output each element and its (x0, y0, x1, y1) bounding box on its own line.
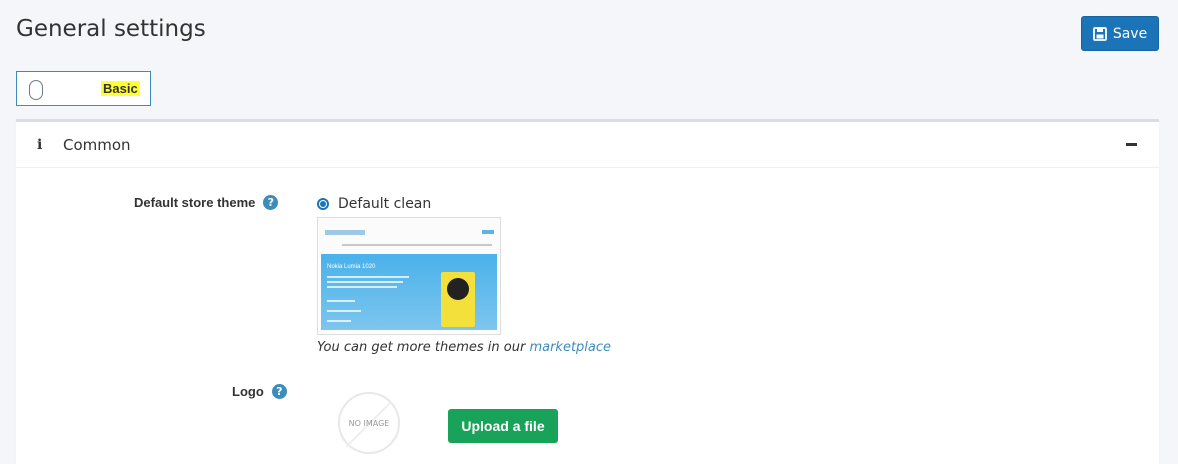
page-title: General settings (16, 16, 206, 42)
theme-help-text: You can get more themes in our marketpla… (317, 340, 611, 355)
preview-search-button (482, 230, 494, 234)
toggle-label: Basic (101, 81, 140, 96)
preview-text-line (327, 320, 351, 322)
preview-header (318, 218, 500, 258)
save-button[interactable]: Save (1081, 16, 1159, 51)
preview-logo (325, 230, 365, 235)
preview-menu (342, 244, 492, 246)
theme-radio-option[interactable]: Default clean (317, 196, 431, 212)
preview-text-line (327, 310, 361, 312)
card-title: Common (63, 136, 131, 154)
preview-text-line (327, 276, 409, 278)
radio-selected-icon[interactable] (317, 198, 329, 210)
question-icon[interactable]: ? (263, 195, 279, 210)
card-header[interactable]: i Common (16, 122, 1159, 168)
theme-preview-image: Nokia Lumia 1020 (317, 217, 501, 335)
save-label: Save (1112, 25, 1148, 42)
basic-advanced-toggle[interactable]: Basic (16, 71, 151, 106)
default-store-theme-label-group: Default store theme ? (134, 195, 279, 210)
question-icon[interactable]: ? (271, 384, 287, 399)
logo-label-group: Logo ? (232, 384, 287, 399)
preview-camera-circle (447, 278, 469, 300)
preview-banner-title: Nokia Lumia 1020 (327, 264, 376, 270)
preview-text-line (327, 300, 355, 302)
preview-text-line (327, 281, 403, 283)
info-icon: i (37, 137, 43, 153)
logo-label: Logo (232, 384, 264, 399)
default-store-theme-label: Default store theme (134, 195, 256, 210)
preview-text-line (327, 286, 397, 288)
preview-banner: Nokia Lumia 1020 (321, 254, 497, 330)
no-image-placeholder: NO IMAGE (338, 392, 400, 454)
toggle-switch-knob[interactable] (29, 80, 43, 100)
theme-help-prefix: You can get more themes in our (317, 340, 530, 355)
marketplace-link[interactable]: marketplace (529, 340, 611, 355)
theme-option-label: Default clean (338, 196, 432, 212)
collapse-minus-icon[interactable] (1126, 143, 1137, 146)
settings-card: i Common Default store theme ? Default c… (16, 119, 1159, 464)
upload-file-button[interactable]: Upload a file (448, 409, 558, 443)
no-image-text: NO IMAGE (348, 419, 390, 428)
floppy-disk-icon (1092, 26, 1107, 41)
